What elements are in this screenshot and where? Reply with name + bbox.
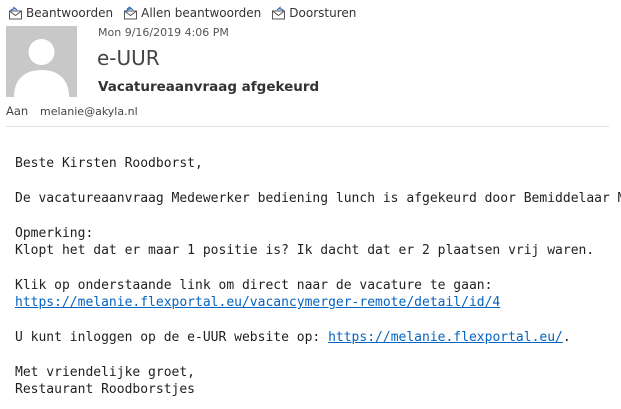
recipient-address[interactable]: melanie@akyla.nl [40, 105, 138, 118]
reply-button[interactable]: Beantwoorden [8, 6, 113, 20]
forward-button[interactable]: Doorsturen [271, 6, 356, 20]
greeting: Beste Kirsten Roodborst, [15, 156, 203, 171]
reply-label: Beantwoorden [26, 6, 114, 20]
reply-all-icon [124, 6, 138, 20]
message-toolbar: Beantwoorden Allen beantwoorden Doorstur… [8, 4, 366, 22]
avatar-person-icon [14, 39, 69, 97]
remark-text: Klopt het dat er maar 1 positie is? Ik d… [15, 243, 595, 258]
rejection-sentence: De vacatureaanvraag Medewerker bediening… [15, 191, 621, 206]
login-line: U kunt inloggen op de e-UUR website op: … [15, 329, 615, 346]
message-body: Beste Kirsten Roodborst, De vacatureaanv… [15, 155, 621, 398]
message-subject: Vacatureaanvraag afgekeurd [98, 79, 320, 95]
avatar [6, 26, 77, 97]
sender-name[interactable]: e-UUR [97, 46, 160, 70]
reply-all-button[interactable]: Allen beantwoorden [123, 6, 261, 20]
remark-label: Opmerking: [15, 226, 94, 241]
link-intro: Klik op onderstaande link om direct naar… [15, 278, 493, 293]
reply-all-label: Allen beantwoorden [141, 6, 262, 20]
reply-icon [9, 6, 22, 20]
to-label: Aan [6, 104, 29, 118]
forward-label: Doorsturen [289, 6, 357, 20]
signature: Restaurant Roodborstjes [15, 382, 196, 397]
forward-icon [272, 6, 286, 20]
header-divider [6, 126, 609, 127]
vacancy-link[interactable]: https://melanie.flexportal.eu/vacancymer… [15, 295, 500, 310]
login-link[interactable]: https://melanie.flexportal.eu/ [328, 330, 563, 345]
sent-date: Mon 9/16/2019 4:06 PM [98, 26, 229, 39]
closing: Met vriendelijke groet, [15, 365, 196, 380]
login-suffix: . [562, 330, 571, 345]
login-prefix: U kunt inloggen op de e-UUR website op: [15, 330, 329, 345]
